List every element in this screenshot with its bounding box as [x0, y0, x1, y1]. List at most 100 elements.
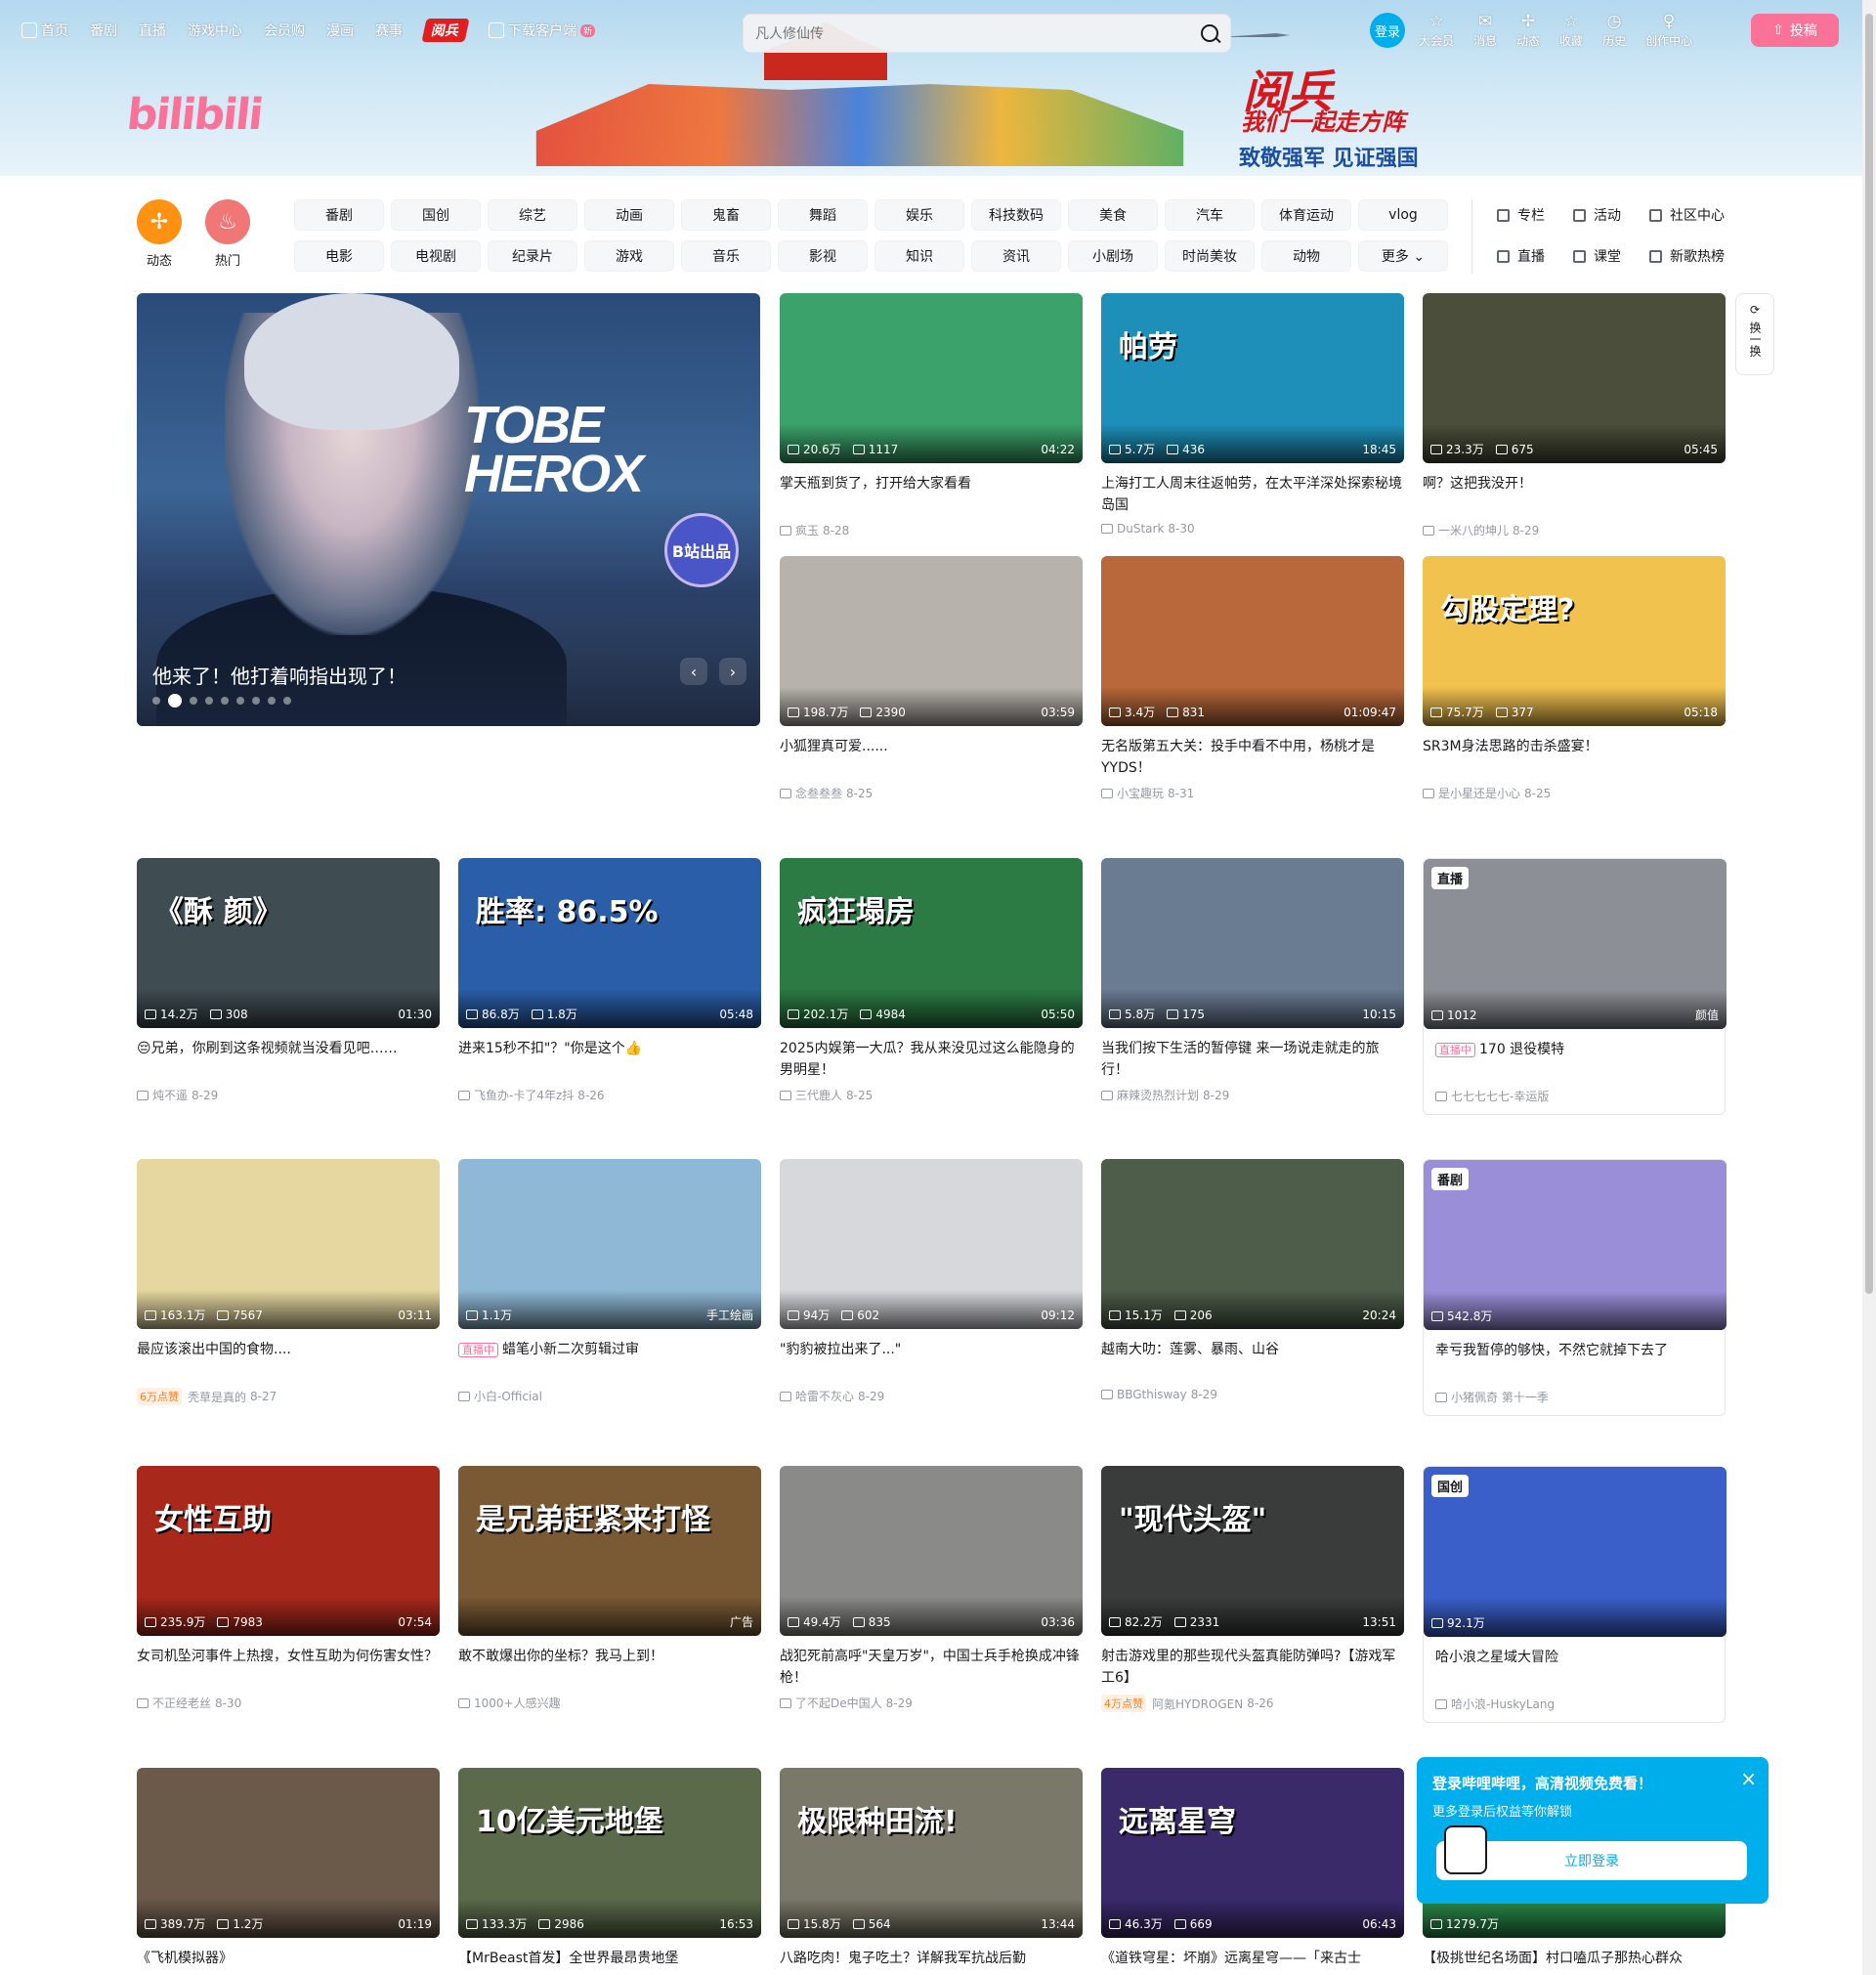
channel-row2-11[interactable]: 更多 ⌄: [1358, 240, 1448, 272]
video-thumbnail[interactable]: 3.4万 831 01:09:47: [1101, 556, 1404, 726]
uploader-name[interactable]: 小猪佩奇 第十一季: [1451, 1389, 1549, 1405]
channel-row2-3[interactable]: 游戏: [584, 240, 674, 272]
login-avatar-button[interactable]: 登录: [1370, 13, 1405, 48]
uploader-name[interactable]: 阿氪HYDROGEN: [1152, 1696, 1243, 1712]
channel-row2-7[interactable]: 资讯: [971, 240, 1061, 272]
video-title[interactable]: 啊？这把我没开！: [1423, 473, 1726, 516]
video-title[interactable]: 女司机坠河事件上热搜，女性互助为何伤害女性？: [137, 1646, 440, 1689]
nav-download[interactable]: 下载客户端新: [489, 21, 596, 40]
video-thumbnail[interactable]: 5.8万 175 10:15: [1101, 858, 1404, 1028]
carousel-dot[interactable]: [221, 697, 229, 705]
uploader-name[interactable]: 秃草是真的: [188, 1389, 246, 1405]
video-thumbnail[interactable]: 198.7万 2390 03:59: [780, 556, 1083, 726]
video-title[interactable]: 2025内娱第一大瓜？我从来没见过这么能隐身的男明星！: [780, 1038, 1083, 1081]
channel-row1-7[interactable]: 科技数码: [971, 199, 1061, 231]
page-scrollbar[interactable]: [1862, 0, 1876, 1975]
video-thumbnail[interactable]: 疯狂塌房 202.1万 4984 05:50: [780, 858, 1083, 1028]
channel-row2-5[interactable]: 影视: [778, 240, 868, 272]
channel-row1-0[interactable]: 番剧: [294, 199, 384, 231]
video-title[interactable]: 战犯死前高呼"天皇万岁"，中国士兵手枪换成冲锋枪！: [780, 1646, 1083, 1689]
channel-row1-8[interactable]: 美食: [1068, 199, 1158, 231]
video-title[interactable]: 当我们按下生活的暂停键 来一场说走就走的旅行！: [1101, 1038, 1404, 1081]
uploader-name[interactable]: 小宝趣玩: [1117, 785, 1164, 801]
video-card[interactable]: 远离星穹 46.3万 669 06:43 《道铁穹星：坏崩》远离星穹——「来古士: [1101, 1768, 1404, 1975]
uploader-name[interactable]: 三代鹿人: [795, 1087, 842, 1103]
nav-mall[interactable]: 会员购: [264, 21, 305, 40]
video-card[interactable]: 163.1万 7567 03:11 最应该滚出中国的食物.... 6万点赞 秃草是真的 8-…: [137, 1159, 440, 1405]
video-title[interactable]: 最应该滚出中国的食物....: [137, 1339, 440, 1382]
video-title[interactable]: 直播中 蜡笔小新二次剪辑过审: [458, 1339, 761, 1382]
nav-live[interactable]: 直播: [139, 21, 166, 40]
video-title[interactable]: "豹豹被拉出来了...": [780, 1339, 1083, 1382]
channel-row2-1[interactable]: 电视剧: [391, 240, 481, 272]
video-card[interactable]: 23.3万 675 05:45 啊？这把我没开！ 一米八的坤儿 8-29: [1423, 293, 1726, 538]
video-title[interactable]: 进来15秒不扣"？"你是这个👍: [458, 1038, 761, 1081]
nav-anime[interactable]: 番剧: [90, 21, 117, 40]
channel-row1-2[interactable]: 综艺: [488, 199, 577, 231]
video-card[interactable]: 49.4万 835 03:36 战犯死前高呼"天皇万岁"，中国士兵手枪换成冲锋枪！ 了不…: [780, 1466, 1083, 1711]
video-thumbnail[interactable]: 极限种田流! 15.8万 564 13:44: [780, 1768, 1083, 1938]
video-card[interactable]: 帕劳 5.7万 436 18:45 上海打工人周末往返帕劳，在太平洋深处探索秘境岛国 Du…: [1101, 293, 1404, 536]
video-card[interactable]: 10亿美元地堡 133.3万 2986 16:53 【MrBeast首发】全世界最昂贵地…: [458, 1768, 761, 1975]
video-title[interactable]: 掌天瓶到货了，打开给大家看看: [780, 473, 1083, 516]
uploader-name[interactable]: 炖不遥: [152, 1087, 188, 1103]
nav-messages[interactable]: ✉ 消息: [1473, 12, 1497, 49]
video-card[interactable]: 女性互助 235.9万 7983 07:54 女司机坠河事件上热搜，女性互助为何伤害女性…: [137, 1466, 440, 1711]
video-title[interactable]: 敢不敢爆出你的坐标？我马上到！: [458, 1646, 761, 1689]
uploader-name[interactable]: 了不起De中国人: [795, 1695, 882, 1711]
carousel-dot[interactable]: [268, 697, 276, 705]
channel-row2-9[interactable]: 时尚美妆: [1165, 240, 1255, 272]
video-title[interactable]: 无名版第五大关：投手中看不中用，杨桃才是YYDS！: [1101, 736, 1404, 779]
video-title[interactable]: 上海打工人周末往返帕劳，在太平洋深处探索秘境岛国: [1101, 473, 1404, 516]
video-card[interactable]: 3.4万 831 01:09:47 无名版第五大关：投手中看不中用，杨桃才是YYDS！…: [1101, 556, 1404, 801]
scrollbar-thumb[interactable]: [1865, 14, 1873, 1294]
uploader-name[interactable]: 念叁叁叁: [795, 785, 842, 801]
nav-home[interactable]: 首页: [21, 21, 68, 40]
video-thumbnail[interactable]: 163.1万 7567 03:11: [137, 1159, 440, 1329]
nav-favorites[interactable]: ☆ 收藏: [1559, 12, 1583, 49]
hot-shortcut[interactable]: ♨ 热门: [205, 199, 250, 269]
uploader-name[interactable]: 是小星还是小心: [1438, 785, 1520, 801]
upload-button[interactable]: ⇧ 投稿: [1751, 14, 1839, 47]
channel-row2-10[interactable]: 动物: [1261, 240, 1351, 272]
uploader-name[interactable]: BBGthisway: [1117, 1388, 1187, 1401]
video-title[interactable]: 幸亏我暂停的够快，不然它就掉下去了: [1424, 1340, 1725, 1383]
video-thumbnail[interactable]: 勾股定理? 75.7万 377 05:18: [1423, 556, 1726, 726]
video-thumbnail[interactable]: 20.6万 1117 04:22: [780, 293, 1083, 463]
carousel-dot[interactable]: [283, 697, 291, 705]
channel-row1-6[interactable]: 娱乐: [874, 199, 964, 231]
search-input[interactable]: [755, 25, 1201, 41]
nav-game-center[interactable]: 游戏中心: [188, 21, 242, 40]
refresh-feed-button[interactable]: ⟳ 换一换: [1735, 293, 1774, 375]
channel-row1-4[interactable]: 鬼畜: [681, 199, 771, 231]
video-thumbnail[interactable]: 《酥 颜》 14.2万 308 01:30: [137, 858, 440, 1028]
video-thumbnail[interactable]: 番剧 542.8万: [1424, 1160, 1727, 1330]
link-live[interactable]: 直播: [1497, 246, 1545, 266]
video-card[interactable]: 直播 1012 颜值 直播中 170 退役模特 七七七七七-幸运版: [1423, 858, 1727, 1115]
carousel-dot[interactable]: [152, 697, 160, 705]
link-column[interactable]: 专栏: [1497, 205, 1545, 225]
video-card[interactable]: 20.6万 1117 04:22 掌天瓶到货了，打开给大家看看 疯玉 8-28: [780, 293, 1083, 538]
video-thumbnail[interactable]: 49.4万 835 03:36: [780, 1466, 1083, 1636]
video-card[interactable]: 15.1万 206 20:24 越南大叻：莲雾、暴雨、山谷 BBGthisway 8-29: [1101, 1159, 1404, 1401]
carousel-dot[interactable]: [252, 697, 260, 705]
uploader-name[interactable]: 1000+人感兴趣: [474, 1695, 561, 1711]
video-card[interactable]: 198.7万 2390 03:59 小狐狸真可爱...... 念叁叁叁 8-25: [780, 556, 1083, 801]
video-title[interactable]: 直播中 170 退役模特: [1424, 1039, 1725, 1082]
channel-row2-0[interactable]: 电影: [294, 240, 384, 272]
video-title[interactable]: 小狐狸真可爱......: [780, 736, 1083, 779]
video-title[interactable]: 【极挑世纪名场面】村口嗑瓜子那热心群众: [1423, 1948, 1726, 1975]
uploader-name[interactable]: 小白-Official: [474, 1388, 542, 1404]
featured-carousel[interactable]: TOBE HEROX B站出品 他来了！他打着响指出现了！ ‹ ›: [137, 293, 760, 726]
channel-row1-9[interactable]: 汽车: [1165, 199, 1255, 231]
carousel-caption[interactable]: 他来了！他打着响指出现了！: [152, 661, 406, 689]
video-card[interactable]: 94万 602 09:12 "豹豹被拉出来了..." 哈雷不灰心 8-29: [780, 1159, 1083, 1404]
nav-creator-center[interactable]: ♀ 创作中心: [1645, 12, 1692, 49]
video-title[interactable]: 😔兄弟，你刷到这条视频就当没看见吧……: [137, 1038, 440, 1081]
video-card[interactable]: 是兄弟赶紧来打怪 广告 敢不敢爆出你的坐标？我马上到！ 1000+人感兴趣: [458, 1466, 761, 1711]
video-card[interactable]: 疯狂塌房 202.1万 4984 05:50 2025内娱第一大瓜？我从来没见过这么能隐…: [780, 858, 1083, 1103]
video-thumbnail[interactable]: 直播 1012 颜值: [1424, 859, 1727, 1029]
link-community[interactable]: 社区中心: [1649, 205, 1725, 225]
uploader-name[interactable]: 疯玉: [795, 522, 819, 538]
link-activity[interactable]: 活动: [1573, 205, 1621, 225]
